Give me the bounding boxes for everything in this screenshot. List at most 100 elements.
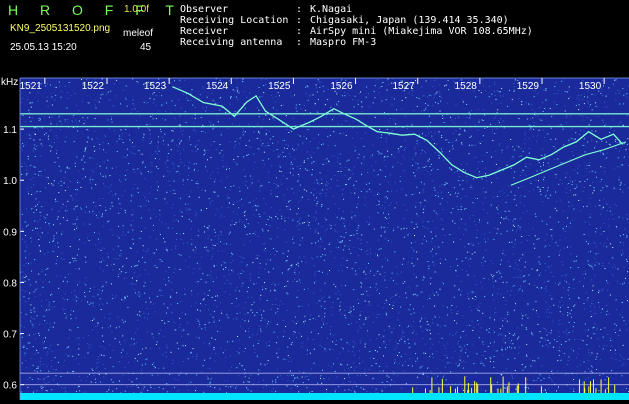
noise-speck xyxy=(225,262,226,263)
noise-speck xyxy=(89,347,90,348)
noise-speck xyxy=(250,202,251,203)
noise-speck xyxy=(614,323,615,324)
noise-speck xyxy=(157,153,158,154)
noise-speck xyxy=(502,325,503,326)
noise-speck xyxy=(351,170,352,171)
noise-speck xyxy=(286,144,287,145)
noise-speck xyxy=(95,105,96,106)
noise-speck xyxy=(405,97,406,98)
noise-speck xyxy=(378,154,379,155)
noise-speck xyxy=(268,360,269,361)
noise-speck xyxy=(229,370,230,371)
noise-speck xyxy=(229,283,230,284)
noise-speck xyxy=(544,154,545,155)
noise-speck xyxy=(298,229,299,230)
noise-speck xyxy=(525,175,526,176)
noise-speck xyxy=(526,164,527,165)
noise-speck xyxy=(157,181,158,182)
noise-speck xyxy=(308,379,309,380)
noise-speck xyxy=(427,321,428,322)
noise-speck xyxy=(503,121,504,122)
noise-speck xyxy=(469,153,470,154)
noise-speck xyxy=(354,355,355,356)
noise-speck xyxy=(413,332,414,333)
noise-speck xyxy=(167,391,168,392)
noise-speck xyxy=(427,97,428,98)
noise-speck xyxy=(57,256,58,257)
noise-speck xyxy=(361,249,362,250)
noise-speck xyxy=(404,158,405,159)
noise-speck xyxy=(160,234,161,235)
noise-speck xyxy=(423,353,424,354)
noise-speck xyxy=(269,182,270,183)
noise-speck xyxy=(576,374,577,375)
noise-speck xyxy=(360,315,361,316)
noise-speck xyxy=(358,303,359,304)
noise-speck xyxy=(163,388,164,389)
noise-speck xyxy=(353,235,354,236)
noise-speck xyxy=(365,205,366,206)
noise-speck xyxy=(220,302,221,303)
noise-speck xyxy=(59,86,60,87)
noise-speck xyxy=(519,260,520,261)
noise-speck xyxy=(538,378,539,379)
noise-speck xyxy=(573,379,574,380)
noise-speck xyxy=(585,274,586,275)
noise-speck xyxy=(131,266,132,267)
noise-speck xyxy=(164,303,165,304)
noise-speck xyxy=(179,318,180,319)
noise-speck xyxy=(604,223,605,224)
noise-speck xyxy=(594,258,595,259)
noise-speck xyxy=(165,119,166,120)
noise-speck xyxy=(232,254,233,255)
noise-speck xyxy=(383,336,384,337)
noise-speck xyxy=(381,235,382,236)
noise-speck xyxy=(214,311,215,312)
noise-speck xyxy=(546,331,547,332)
noise-speck xyxy=(293,375,294,376)
noise-speck xyxy=(400,176,401,177)
noise-speck xyxy=(522,213,523,214)
noise-speck xyxy=(124,300,125,301)
noise-speck xyxy=(316,84,317,85)
noise-speck xyxy=(196,356,197,357)
noise-speck xyxy=(354,343,355,344)
noise-speck xyxy=(487,222,488,223)
noise-speck xyxy=(566,330,567,331)
noise-speck xyxy=(555,192,556,193)
noise-speck xyxy=(539,130,540,131)
noise-speck xyxy=(344,245,345,246)
noise-speck xyxy=(465,224,466,225)
noise-speck xyxy=(429,330,430,331)
noise-speck xyxy=(575,188,576,189)
noise-speck xyxy=(170,296,171,297)
noise-speck xyxy=(258,132,259,133)
noise-speck xyxy=(608,218,609,219)
noise-speck xyxy=(145,178,146,179)
noise-speck xyxy=(28,156,29,157)
noise-speck xyxy=(228,207,229,208)
noise-speck xyxy=(305,121,306,122)
noise-speck xyxy=(265,288,266,289)
noise-speck xyxy=(384,112,385,113)
noise-speck xyxy=(304,115,305,116)
noise-speck xyxy=(252,262,253,263)
noise-speck xyxy=(615,374,616,375)
noise-speck xyxy=(210,382,211,383)
noise-speck xyxy=(98,217,99,218)
noise-speck xyxy=(355,146,356,147)
noise-speck xyxy=(451,312,452,313)
noise-speck xyxy=(50,151,51,152)
noise-speck xyxy=(335,391,336,392)
noise-speck xyxy=(316,87,317,88)
noise-speck xyxy=(209,344,210,345)
noise-speck xyxy=(626,93,627,94)
noise-speck xyxy=(612,257,613,258)
noise-speck xyxy=(438,169,439,170)
noise-speck xyxy=(546,88,547,89)
noise-speck xyxy=(242,128,243,129)
noise-speck xyxy=(586,292,587,293)
noise-speck xyxy=(217,209,218,210)
noise-speck xyxy=(151,165,152,166)
noise-speck xyxy=(492,276,493,277)
